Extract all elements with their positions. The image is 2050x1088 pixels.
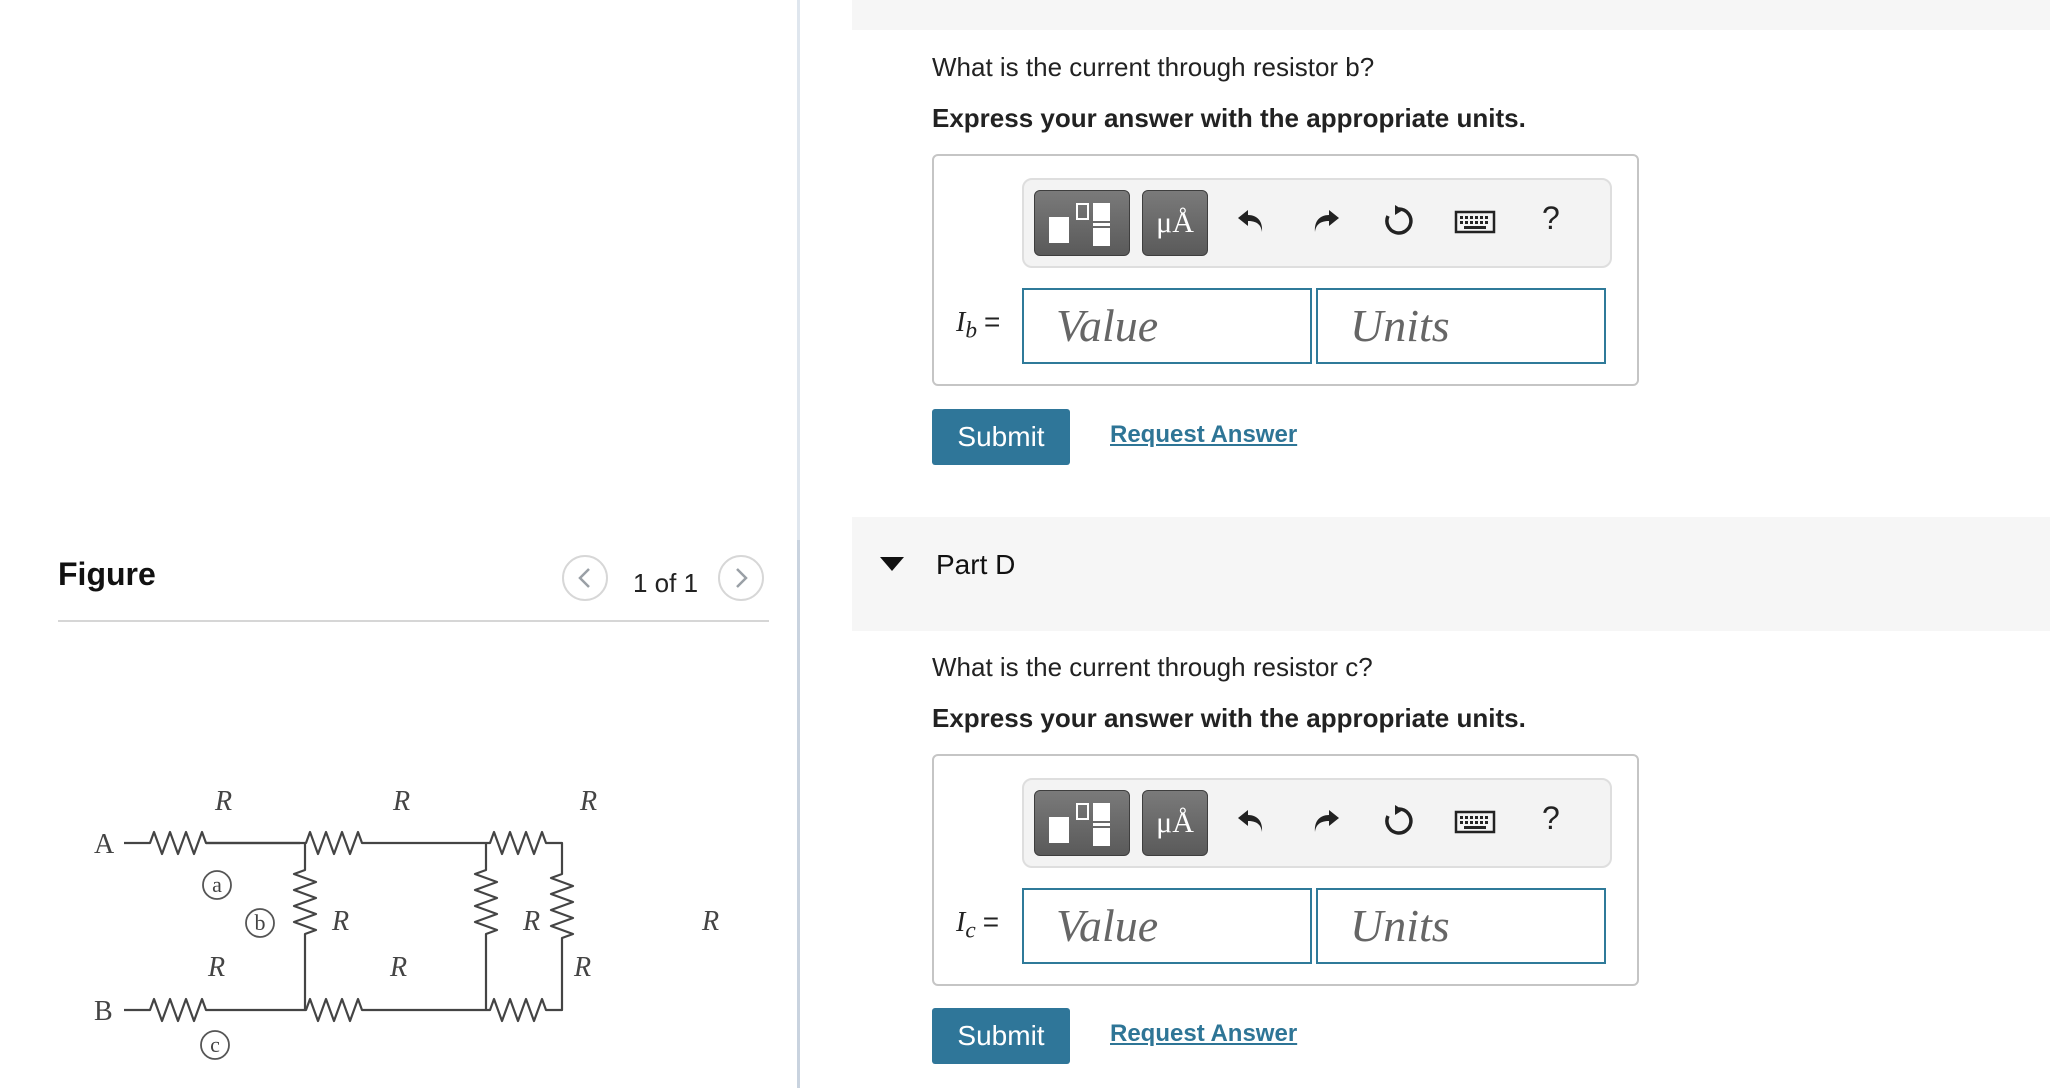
submit-button[interactable]: Submit [932, 409, 1070, 465]
prev-figure-button[interactable] [562, 555, 608, 601]
figure-title: Figure [58, 556, 156, 592]
units-button[interactable]: μÅ [1142, 190, 1208, 256]
help-button[interactable]: ? [1542, 200, 1560, 237]
next-figure-button[interactable] [718, 555, 764, 601]
equals-sign: = [984, 306, 1001, 337]
vertical-resistor-3 [549, 870, 575, 983]
figure-page-count: 1 of 1 [633, 568, 699, 598]
node-a-label: A [94, 829, 115, 860]
question-text: What is the current through resistor b? [932, 52, 1375, 82]
node-b-label: B [94, 996, 113, 1027]
fraction-template-icon [1049, 803, 1110, 846]
resistor-label: R [331, 906, 349, 937]
undo-icon[interactable] [1234, 804, 1268, 838]
resistor-label: R [573, 952, 591, 983]
value-input[interactable]: Value [1022, 888, 1312, 964]
keyboard-icon[interactable] [1454, 204, 1496, 238]
variable-label: Ic = [956, 906, 999, 945]
instruction-text: Express your answer with the appropriate… [932, 703, 1526, 733]
reset-icon[interactable] [1382, 204, 1416, 238]
tag-c-label: c [210, 1032, 220, 1057]
variable-symbol: I [956, 307, 966, 338]
keyboard-icon[interactable] [1454, 804, 1496, 838]
redo-icon[interactable] [1309, 204, 1343, 238]
figure-pane: Figure 1 of 1 A B R R R R R R R R R a b … [0, 0, 797, 1088]
equals-sign: = [982, 906, 1000, 937]
part-d-header[interactable]: Part D [852, 517, 2050, 631]
variable-symbol: I [956, 907, 966, 938]
chevron-right-icon [736, 568, 748, 588]
request-answer-link[interactable]: Request Answer [1110, 1020, 1297, 1048]
help-button[interactable]: ? [1542, 800, 1560, 837]
resistor-label: R [214, 786, 232, 817]
resistor-label: R [389, 952, 407, 983]
tag-a-label: a [212, 872, 222, 897]
pane-divider-handle[interactable] [797, 540, 800, 1088]
part-d-label: Part D [936, 549, 1016, 580]
chevron-left-icon [578, 568, 590, 588]
question-text: What is the current through resistor c? [932, 652, 1373, 682]
caret-down-icon[interactable] [880, 557, 904, 571]
tag-b-label: b [255, 910, 266, 935]
templates-button[interactable] [1034, 190, 1130, 256]
previous-part-header [852, 0, 2050, 30]
answer-box: μÅ ? Ic = Value Units [932, 754, 1639, 986]
bottom-wire [124, 983, 564, 1023]
resistor-label: R [579, 786, 597, 817]
variable-subscript: c [965, 917, 976, 944]
figure-divider [58, 620, 769, 622]
units-input[interactable]: Units [1316, 888, 1606, 964]
instruction-text: Express your answer with the appropriate… [932, 103, 1526, 133]
redo-icon[interactable] [1309, 804, 1343, 838]
resistor-label: R [207, 952, 225, 983]
value-input[interactable]: Value [1022, 288, 1312, 364]
undo-icon[interactable] [1234, 204, 1268, 238]
templates-button[interactable] [1034, 790, 1130, 856]
vertical-resistor-b [292, 843, 318, 1010]
resistor-label: R [392, 786, 410, 817]
submit-button[interactable]: Submit [932, 1008, 1070, 1064]
resistor-label: R [522, 906, 540, 937]
top-wire-a [124, 830, 564, 870]
math-toolbar: μÅ ? [1022, 178, 1612, 268]
resistor-label: R [701, 906, 719, 937]
variable-label: Ib = [956, 306, 1000, 345]
vertical-resistor-2 [473, 843, 499, 1010]
answer-box: μÅ ? Ib = Value Units [932, 154, 1639, 386]
reset-icon[interactable] [1382, 804, 1416, 838]
math-toolbar: μÅ ? [1022, 778, 1612, 868]
circuit-diagram: A B R R R R R R R R R a b c [94, 786, 719, 1060]
fraction-template-icon [1049, 203, 1110, 246]
units-button[interactable]: μÅ [1142, 790, 1208, 856]
request-answer-link[interactable]: Request Answer [1110, 421, 1297, 449]
variable-subscript: b [965, 317, 977, 344]
units-input[interactable]: Units [1316, 288, 1606, 364]
question-pane: What is the current through resistor b? … [852, 0, 2050, 1088]
